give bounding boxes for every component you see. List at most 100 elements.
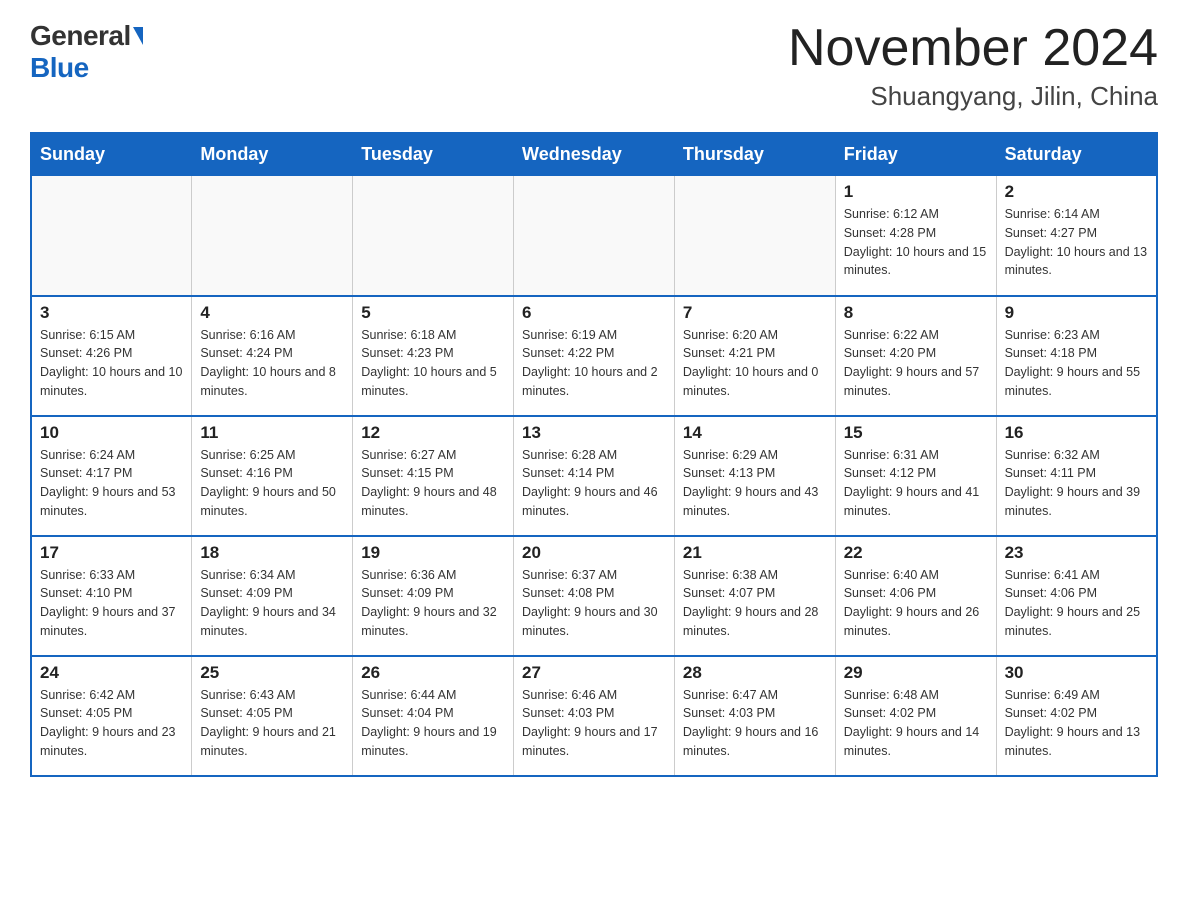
- day-info: Sunrise: 6:19 AMSunset: 4:22 PMDaylight:…: [522, 326, 666, 401]
- calendar-table: SundayMondayTuesdayWednesdayThursdayFrid…: [30, 132, 1158, 777]
- day-number: 16: [1005, 423, 1148, 443]
- day-header-monday: Monday: [192, 133, 353, 176]
- calendar-cell: 16 Sunrise: 6:32 AMSunset: 4:11 PMDayligh…: [996, 416, 1157, 536]
- calendar-cell: 2 Sunrise: 6:14 AMSunset: 4:27 PMDaylight…: [996, 176, 1157, 296]
- day-info: Sunrise: 6:36 AMSunset: 4:09 PMDaylight:…: [361, 566, 505, 641]
- day-number: 8: [844, 303, 988, 323]
- day-info: Sunrise: 6:34 AMSunset: 4:09 PMDaylight:…: [200, 566, 344, 641]
- calendar-cell: 6Sunrise: 6:19 AMSunset: 4:22 PMDaylight…: [514, 296, 675, 416]
- day-info: Sunrise: 6:33 AMSunset: 4:10 PMDaylight:…: [40, 566, 183, 641]
- day-number: 18: [200, 543, 344, 563]
- day-info: Sunrise: 6:16 AMSunset: 4:24 PMDaylight:…: [200, 326, 344, 401]
- day-number: 14: [683, 423, 827, 443]
- calendar-cell: 23 Sunrise: 6:41 AMSunset: 4:06 PMDayligh…: [996, 536, 1157, 656]
- calendar-cell: 14 Sunrise: 6:29 AMSunset: 4:13 PMDayligh…: [674, 416, 835, 536]
- calendar-cell: 1Sunrise: 6:12 AMSunset: 4:28 PMDaylight…: [835, 176, 996, 296]
- calendar-cell: 7 Sunrise: 6:20 AMSunset: 4:21 PMDaylight…: [674, 296, 835, 416]
- day-info: Sunrise: 6:40 AMSunset: 4:06 PMDaylight:…: [844, 566, 988, 641]
- day-info: Sunrise: 6:29 AMSunset: 4:13 PMDaylight:…: [683, 446, 827, 521]
- day-number: 12: [361, 423, 505, 443]
- calendar-cell: 21Sunrise: 6:38 AMSunset: 4:07 PMDayligh…: [674, 536, 835, 656]
- day-info: Sunrise: 6:25 AMSunset: 4:16 PMDaylight:…: [200, 446, 344, 521]
- calendar-cell: 3 Sunrise: 6:15 AMSunset: 4:26 PMDaylight…: [31, 296, 192, 416]
- logo: General Blue: [30, 20, 143, 84]
- page-header: General Blue November 2024 Shuangyang, J…: [30, 20, 1158, 112]
- day-number: 26: [361, 663, 505, 683]
- month-year: November 2024: [788, 20, 1158, 77]
- calendar-cell: 28 Sunrise: 6:47 AMSunset: 4:03 PMDayligh…: [674, 656, 835, 776]
- day-number: 22: [844, 543, 988, 563]
- day-number: 24: [40, 663, 183, 683]
- calendar-cell: 8 Sunrise: 6:22 AMSunset: 4:20 PMDaylight…: [835, 296, 996, 416]
- day-info: Sunrise: 6:42 AMSunset: 4:05 PMDaylight:…: [40, 686, 183, 761]
- calendar-cell: 29Sunrise: 6:48 AMSunset: 4:02 PMDayligh…: [835, 656, 996, 776]
- day-number: 23: [1005, 543, 1148, 563]
- calendar-cell: [192, 176, 353, 296]
- day-info: Sunrise: 6:46 AMSunset: 4:03 PMDaylight:…: [522, 686, 666, 761]
- day-header-wednesday: Wednesday: [514, 133, 675, 176]
- day-number: 21: [683, 543, 827, 563]
- calendar-cell: 9 Sunrise: 6:23 AMSunset: 4:18 PMDaylight…: [996, 296, 1157, 416]
- day-header-saturday: Saturday: [996, 133, 1157, 176]
- calendar-cell: 13Sunrise: 6:28 AMSunset: 4:14 PMDayligh…: [514, 416, 675, 536]
- calendar-week-row: 3 Sunrise: 6:15 AMSunset: 4:26 PMDaylight…: [31, 296, 1157, 416]
- day-info: Sunrise: 6:15 AMSunset: 4:26 PMDaylight:…: [40, 326, 183, 401]
- day-header-sunday: Sunday: [31, 133, 192, 176]
- day-info: Sunrise: 6:47 AMSunset: 4:03 PMDaylight:…: [683, 686, 827, 761]
- calendar-cell: 11 Sunrise: 6:25 AMSunset: 4:16 PMDayligh…: [192, 416, 353, 536]
- calendar-cell: [353, 176, 514, 296]
- day-info: Sunrise: 6:37 AMSunset: 4:08 PMDaylight:…: [522, 566, 666, 641]
- day-number: 5: [361, 303, 505, 323]
- day-info: Sunrise: 6:43 AMSunset: 4:05 PMDaylight:…: [200, 686, 344, 761]
- calendar-cell: 19 Sunrise: 6:36 AMSunset: 4:09 PMDayligh…: [353, 536, 514, 656]
- calendar-cell: 5 Sunrise: 6:18 AMSunset: 4:23 PMDaylight…: [353, 296, 514, 416]
- day-info: Sunrise: 6:28 AMSunset: 4:14 PMDaylight:…: [522, 446, 666, 521]
- day-number: 28: [683, 663, 827, 683]
- day-info: Sunrise: 6:18 AMSunset: 4:23 PMDaylight:…: [361, 326, 505, 401]
- title-section: November 2024 Shuangyang, Jilin, China: [788, 20, 1158, 112]
- day-number: 19: [361, 543, 505, 563]
- day-number: 9: [1005, 303, 1148, 323]
- day-header-thursday: Thursday: [674, 133, 835, 176]
- calendar-cell: [514, 176, 675, 296]
- day-number: 17: [40, 543, 183, 563]
- day-number: 30: [1005, 663, 1148, 683]
- day-number: 27: [522, 663, 666, 683]
- day-info: Sunrise: 6:14 AMSunset: 4:27 PMDaylight:…: [1005, 205, 1148, 280]
- logo-blue-text: Blue: [30, 52, 89, 83]
- calendar-cell: 25 Sunrise: 6:43 AMSunset: 4:05 PMDayligh…: [192, 656, 353, 776]
- calendar-cell: [674, 176, 835, 296]
- day-info: Sunrise: 6:49 AMSunset: 4:02 PMDaylight:…: [1005, 686, 1148, 761]
- calendar-week-row: 17 Sunrise: 6:33 AMSunset: 4:10 PMDayligh…: [31, 536, 1157, 656]
- logo-arrow-icon: [133, 27, 143, 45]
- location: Shuangyang, Jilin, China: [788, 81, 1158, 112]
- day-number: 3: [40, 303, 183, 323]
- day-info: Sunrise: 6:20 AMSunset: 4:21 PMDaylight:…: [683, 326, 827, 401]
- day-info: Sunrise: 6:22 AMSunset: 4:20 PMDaylight:…: [844, 326, 988, 401]
- calendar-header-row: SundayMondayTuesdayWednesdayThursdayFrid…: [31, 133, 1157, 176]
- day-header-friday: Friday: [835, 133, 996, 176]
- calendar-cell: 15Sunrise: 6:31 AMSunset: 4:12 PMDayligh…: [835, 416, 996, 536]
- calendar-cell: [31, 176, 192, 296]
- logo-general-text: General: [30, 20, 131, 52]
- day-info: Sunrise: 6:24 AMSunset: 4:17 PMDaylight:…: [40, 446, 183, 521]
- day-info: Sunrise: 6:27 AMSunset: 4:15 PMDaylight:…: [361, 446, 505, 521]
- day-info: Sunrise: 6:44 AMSunset: 4:04 PMDaylight:…: [361, 686, 505, 761]
- calendar-week-row: 10 Sunrise: 6:24 AMSunset: 4:17 PMDayligh…: [31, 416, 1157, 536]
- calendar-cell: 27 Sunrise: 6:46 AMSunset: 4:03 PMDayligh…: [514, 656, 675, 776]
- calendar-cell: 4 Sunrise: 6:16 AMSunset: 4:24 PMDaylight…: [192, 296, 353, 416]
- day-info: Sunrise: 6:41 AMSunset: 4:06 PMDaylight:…: [1005, 566, 1148, 641]
- day-number: 4: [200, 303, 344, 323]
- calendar-week-row: 24 Sunrise: 6:42 AMSunset: 4:05 PMDayligh…: [31, 656, 1157, 776]
- calendar-cell: 26 Sunrise: 6:44 AMSunset: 4:04 PMDayligh…: [353, 656, 514, 776]
- day-info: Sunrise: 6:32 AMSunset: 4:11 PMDaylight:…: [1005, 446, 1148, 521]
- day-number: 11: [200, 423, 344, 443]
- day-number: 2: [1005, 182, 1148, 202]
- day-number: 7: [683, 303, 827, 323]
- day-number: 10: [40, 423, 183, 443]
- calendar-cell: 20Sunrise: 6:37 AMSunset: 4:08 PMDayligh…: [514, 536, 675, 656]
- calendar-cell: 30 Sunrise: 6:49 AMSunset: 4:02 PMDayligh…: [996, 656, 1157, 776]
- day-info: Sunrise: 6:23 AMSunset: 4:18 PMDaylight:…: [1005, 326, 1148, 401]
- day-number: 25: [200, 663, 344, 683]
- calendar-cell: 12 Sunrise: 6:27 AMSunset: 4:15 PMDayligh…: [353, 416, 514, 536]
